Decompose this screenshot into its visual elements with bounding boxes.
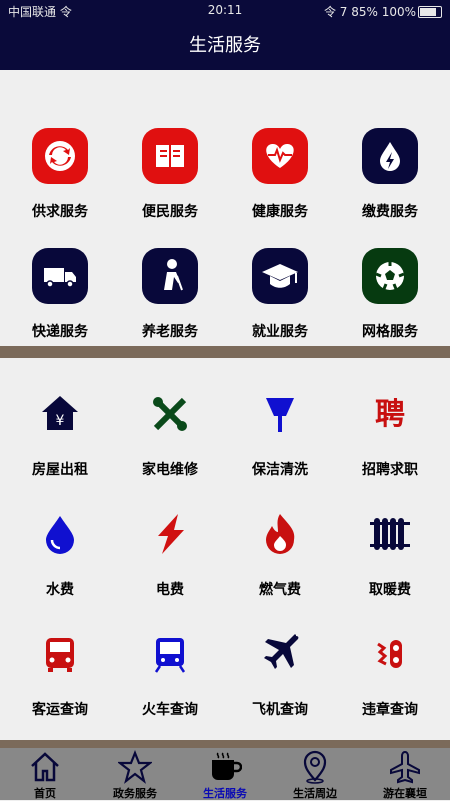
airplane-icon [252, 626, 308, 682]
heartbeat-icon [252, 128, 308, 184]
service-heating-bill[interactable]: 取暖费 [334, 480, 446, 600]
service-label: 招聘求职 [362, 462, 418, 478]
service-label: 电费 [156, 582, 184, 598]
service-supply-demand[interactable]: 供求服务 [4, 102, 116, 222]
bus-icon [32, 626, 88, 682]
service-label: 违章查询 [362, 702, 418, 718]
radiator-icon [362, 506, 418, 562]
tab-bar: 首页 政务服务 生活服务 生活周边 游在襄垣 [0, 748, 450, 800]
tab-label: 生活周边 [293, 787, 337, 800]
water-drop-icon [32, 506, 88, 562]
tab-label: 生活服务 [203, 787, 247, 800]
lightning-drop-icon [362, 128, 418, 184]
tab-nearby[interactable]: 生活周边 [270, 748, 360, 800]
home-icon [28, 750, 62, 784]
service-flight-query[interactable]: 飞机查询 [224, 600, 336, 720]
status-bar: 中国联通 令 20:11 令 7 85% 100% [0, 0, 450, 22]
section-divider [0, 740, 450, 748]
service-cleaning[interactable]: 保洁清洗 [224, 360, 336, 480]
service-label: 取暖费 [369, 582, 411, 598]
flame-icon [252, 506, 308, 562]
elderly-icon [142, 248, 198, 304]
lightning-icon [142, 506, 198, 562]
service-label: 快递服务 [32, 324, 88, 340]
life-services-section: ¥ 房屋出租 家电维修 保洁清洗 聘 招聘求职 水费 电费 燃气费 取暖费 客运… [0, 358, 450, 740]
svg-text:聘: 聘 [375, 397, 405, 432]
service-label: 飞机查询 [252, 702, 308, 718]
train-icon [142, 626, 198, 682]
service-recruitment[interactable]: 聘 招聘求职 [334, 360, 446, 480]
truck-icon [32, 248, 88, 304]
service-health[interactable]: 健康服务 [224, 102, 336, 222]
service-violation-query[interactable]: 违章查询 [334, 600, 446, 720]
violation-icon [362, 626, 418, 682]
service-label: 健康服务 [252, 204, 308, 220]
service-label: 保洁清洗 [252, 462, 308, 478]
service-label: 养老服务 [142, 324, 198, 340]
service-employment[interactable]: 就业服务 [224, 222, 336, 342]
service-train-query[interactable]: 火车查询 [114, 600, 226, 720]
grid-ball-icon [362, 248, 418, 304]
service-electric-bill[interactable]: 电费 [114, 480, 226, 600]
service-bus-query[interactable]: 客运查询 [4, 600, 116, 720]
recruit-char-icon: 聘 [362, 386, 418, 442]
book-icon [142, 128, 198, 184]
service-label: 家电维修 [142, 462, 198, 478]
service-label: 网格服务 [362, 324, 418, 340]
airplane-icon [388, 750, 422, 784]
section-divider [0, 346, 450, 358]
star-icon [116, 750, 154, 784]
service-label: 客运查询 [32, 702, 88, 718]
battery-icon [418, 6, 442, 18]
tab-travel[interactable]: 游在襄垣 [360, 748, 450, 800]
service-label: 就业服务 [252, 324, 308, 340]
services-section: 供求服务 便民服务 健康服务 缴费服务 快递服务 养老服务 就业服务 网格服务 [0, 70, 450, 346]
service-grid[interactable]: 网格服务 [334, 222, 446, 342]
service-house-rent[interactable]: ¥ 房屋出租 [4, 360, 116, 480]
service-elderly[interactable]: 养老服务 [114, 222, 226, 342]
tab-home[interactable]: 首页 [0, 748, 90, 800]
tab-life-services[interactable]: 生活服务 [180, 748, 270, 800]
tab-label: 政务服务 [113, 787, 157, 800]
service-payment[interactable]: 缴费服务 [334, 102, 446, 222]
tab-label: 首页 [34, 787, 56, 800]
service-label: 便民服务 [142, 204, 198, 220]
status-indicators: 令 7 85% 100% [323, 5, 416, 19]
service-label: 供求服务 [32, 204, 88, 220]
swap-arrows-icon [32, 128, 88, 184]
service-label: 火车查询 [142, 702, 198, 718]
svg-text:¥: ¥ [56, 413, 65, 429]
tab-government[interactable]: 政务服务 [90, 748, 180, 800]
service-label: 燃气费 [259, 582, 301, 598]
tools-icon [142, 386, 198, 442]
graduation-cap-icon [252, 248, 308, 304]
service-water-bill[interactable]: 水费 [4, 480, 116, 600]
service-label: 缴费服务 [362, 204, 418, 220]
broom-icon [252, 386, 308, 442]
service-label: 水费 [46, 582, 74, 598]
nav-bar: 生活服务 [0, 22, 450, 70]
service-appliance-repair[interactable]: 家电维修 [114, 360, 226, 480]
service-label: 房屋出租 [32, 462, 88, 478]
service-gas-bill[interactable]: 燃气费 [224, 480, 336, 600]
tab-label: 游在襄垣 [383, 787, 427, 800]
service-convenience[interactable]: 便民服务 [114, 102, 226, 222]
service-express[interactable]: 快递服务 [4, 222, 116, 342]
coffee-cup-icon [208, 750, 243, 784]
house-yen-icon: ¥ [32, 386, 88, 442]
location-pin-icon [298, 750, 332, 784]
page-title: 生活服务 [189, 35, 261, 56]
